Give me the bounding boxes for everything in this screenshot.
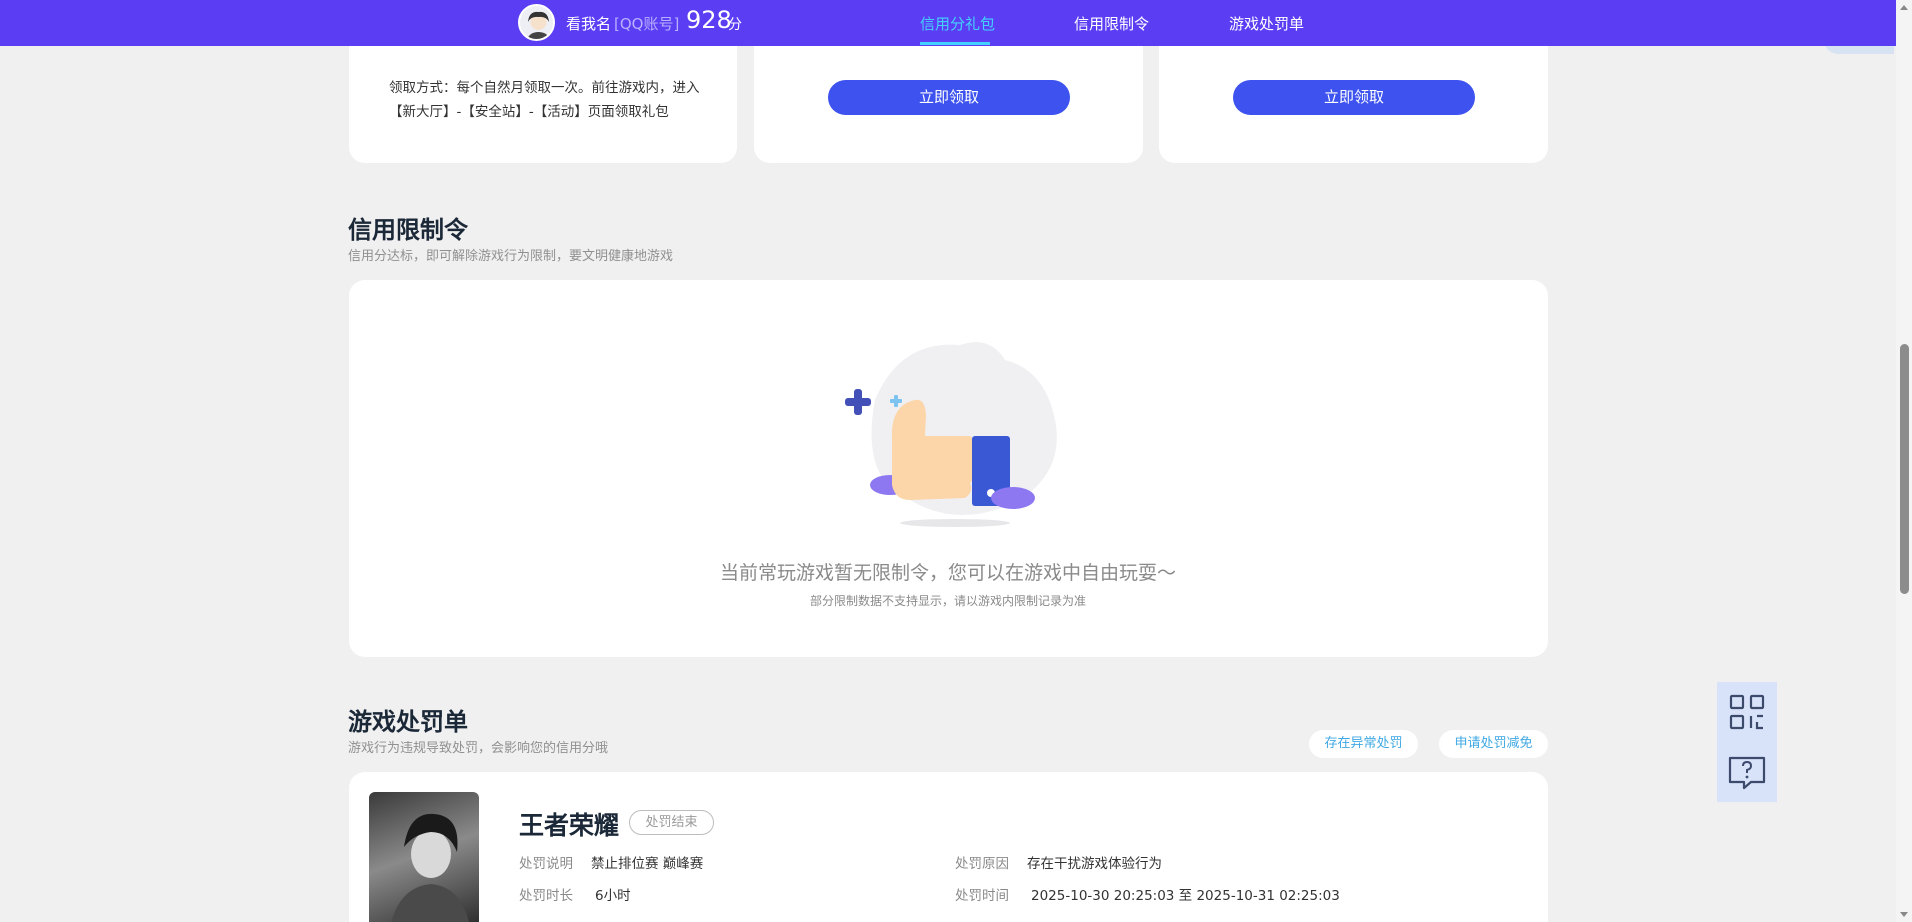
claim-method-text: 领取方式：每个自然月领取一次。前往游戏内，进入【新大厅】-【安全站】-【活动】页… — [389, 80, 700, 120]
user-avatar[interactable] — [518, 4, 555, 41]
question-chat-icon — [1728, 756, 1766, 790]
thumbs-up-illustration-icon — [845, 342, 1057, 527]
account-type: [QQ账号] — [614, 15, 680, 33]
claim-now-button-1[interactable]: 立即领取 — [828, 80, 1070, 115]
nav-active-indicator — [920, 42, 990, 45]
restriction-title: 信用限制令 — [348, 216, 468, 244]
penalty-subtitle: 游戏行为违规导致处罚，会影响您的信用分哦 — [348, 741, 609, 756]
feedback-button[interactable] — [1717, 742, 1777, 802]
qr-code-button[interactable] — [1717, 682, 1777, 742]
restriction-data-note: 部分限制数据不支持显示，请以游戏内限制记录为准 — [809, 594, 1086, 608]
scroll-down-arrow-icon[interactable] — [1900, 912, 1908, 917]
game-name: 王者荣耀 — [519, 811, 620, 840]
penalty-reason-value: 存在干扰游戏体验行为 — [1027, 856, 1162, 872]
penalty-time-label: 处罚时间 — [955, 888, 1009, 904]
restriction-subtitle: 信用分达标，即可解除游戏行为限制，要文明健康地游戏 — [348, 249, 674, 264]
top-nav-bar: 看我名 [QQ账号] 928 分 信用分礼包 信用限制令 游戏处罚单 — [0, 0, 1896, 46]
page-scrollbar[interactable] — [1896, 0, 1912, 922]
user-name: 看我名 — [566, 15, 612, 33]
penalty-status-badge: 处罚结束 — [629, 810, 714, 835]
penalty-time-value: 2025-10-30 20:25:03 至 2025-10-31 02:25:0… — [1031, 888, 1340, 904]
apply-penalty-reduction-button[interactable]: 申请处罚减免 — [1439, 730, 1548, 758]
scroll-up-arrow-icon[interactable] — [1900, 5, 1908, 10]
penalty-duration-value: 6小时 — [595, 888, 631, 904]
penalty-title: 游戏处罚单 — [348, 708, 468, 736]
game-cover-image — [369, 792, 479, 922]
penalty-desc-value: 禁止排位赛 巅峰赛 — [591, 856, 704, 872]
no-restriction-message: 当前常玩游戏暂无限制令，您可以在游戏中自由玩耍～ — [719, 562, 1176, 584]
scroll-thumb[interactable] — [1900, 344, 1909, 594]
nav-restriction-order[interactable]: 信用限制令 — [1074, 13, 1149, 34]
credit-score: 928 — [686, 6, 732, 34]
nav-penalty-list[interactable]: 游戏处罚单 — [1229, 13, 1304, 34]
penalty-duration-label: 处罚时长 — [519, 888, 573, 904]
nav-gift-package[interactable]: 信用分礼包 — [920, 13, 995, 34]
penalty-reason-label: 处罚原因 — [955, 856, 1009, 872]
credit-score-unit: 分 — [728, 17, 742, 33]
qr-code-icon — [1729, 694, 1765, 730]
abnormal-penalty-button[interactable]: 存在异常处罚 — [1309, 730, 1418, 758]
penalty-desc-label: 处罚说明 — [519, 856, 573, 872]
claim-now-button-2[interactable]: 立即领取 — [1233, 80, 1475, 115]
